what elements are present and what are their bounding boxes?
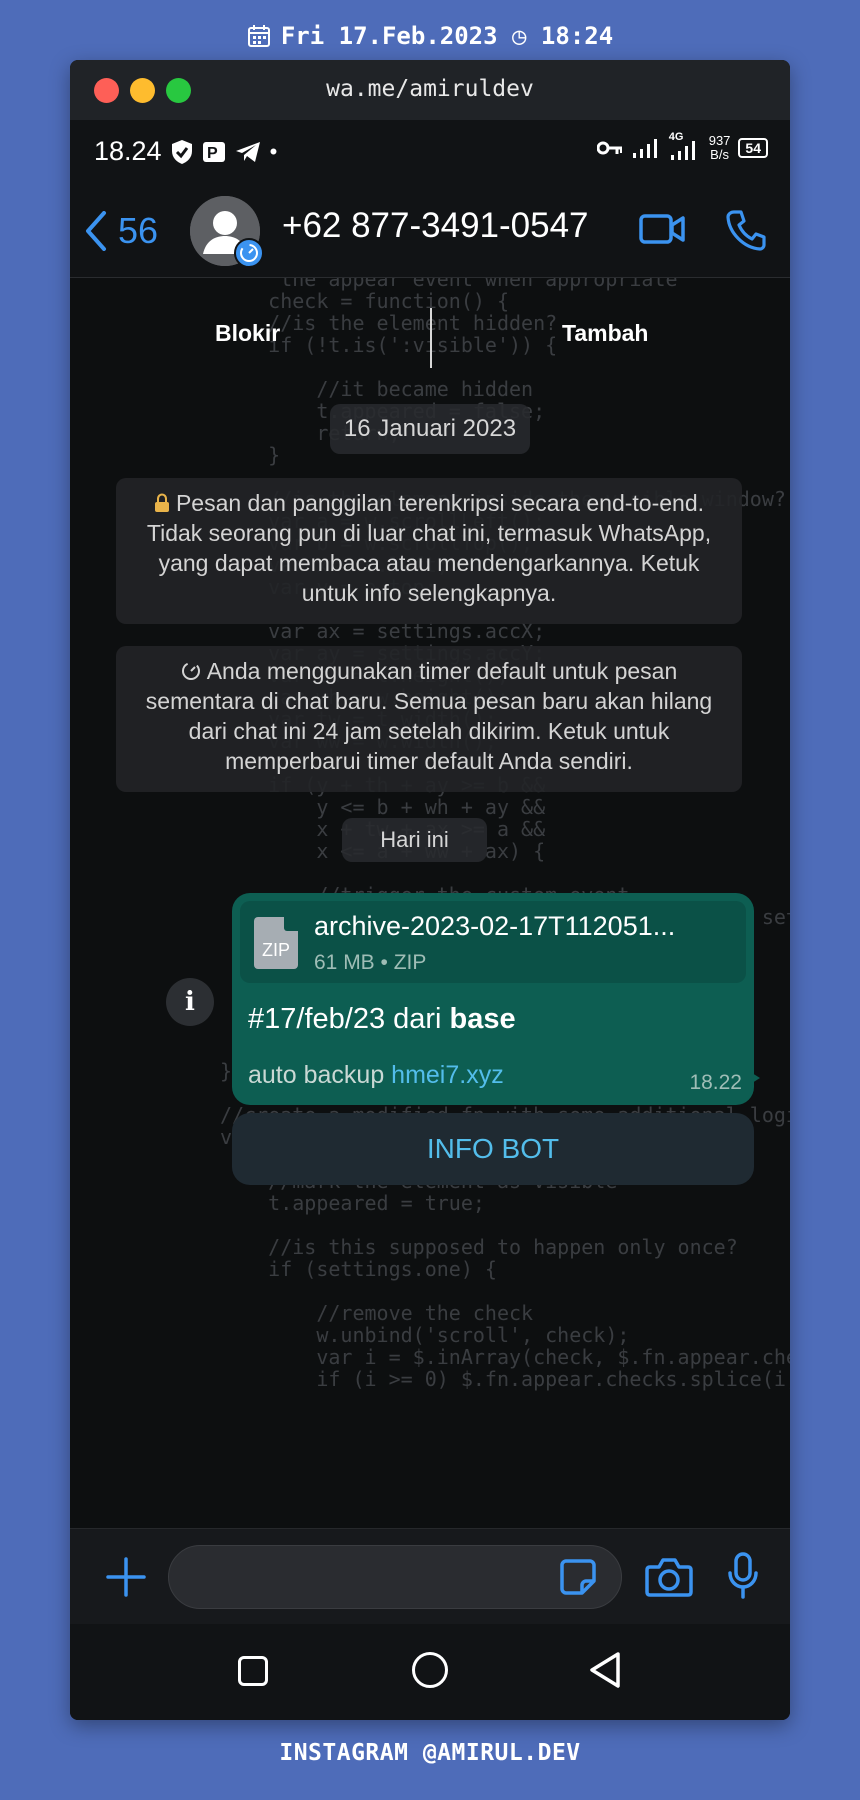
nav-back-icon[interactable]: [588, 1650, 622, 1690]
bubble-tail: [744, 1068, 760, 1088]
message-time: 18.22: [689, 1071, 742, 1094]
phone-call-icon[interactable]: [724, 208, 768, 252]
bottom-caption: INSTAGRAM @AMIRUL.DEV: [279, 1740, 581, 1766]
sticker-icon[interactable]: [558, 1557, 598, 1597]
signal-icon: [632, 139, 657, 158]
notification-dot-icon: •: [269, 138, 278, 164]
file-attachment[interactable]: ZIP archive-2023-02-17T112051... 61 MB •…: [240, 901, 746, 983]
message-link[interactable]: hmei7.xyz: [391, 1061, 504, 1089]
block-button[interactable]: Blokir: [215, 320, 280, 347]
unknown-contact-actions: Blokir Tambah: [70, 308, 790, 368]
telegram-icon: [235, 141, 260, 162]
top-caption-text: Fri 17.Feb.2023 ◷ 18:24: [280, 22, 614, 50]
unread-count: 56: [118, 210, 159, 251]
signal-icon-secondary: [670, 141, 695, 160]
message-body-prefix: auto backup: [248, 1061, 392, 1089]
chat-area[interactable]: the appear event when appropriate check …: [70, 278, 790, 1528]
lock-icon: [154, 493, 169, 512]
add-contact-button[interactable]: Tambah: [562, 320, 648, 347]
netspeed-value: 937: [708, 133, 731, 148]
timer-icon: [240, 244, 258, 262]
network-speed: 937 B/s: [709, 134, 731, 162]
encryption-notice-text: Pesan dan panggilan terenkripsi secara e…: [146, 490, 712, 606]
browser-window: wa.me/amiruldev 18.24 P • 4G 937 B/s 54 …: [70, 60, 790, 1720]
message-info-button[interactable]: i: [166, 978, 214, 1026]
home-button[interactable]: [412, 1652, 448, 1688]
status-time: 18.24: [94, 136, 162, 166]
message-body: auto backup hmei7.xyz: [248, 1061, 504, 1090]
battery-indicator: 54: [738, 138, 768, 158]
message-title-prefix: #17/feb/23 dari: [248, 1003, 450, 1035]
timer-icon: [181, 662, 200, 680]
zip-file-icon-label: ZIP: [261, 940, 290, 960]
chat-header: 56 +62 877-3491-0547: [70, 184, 790, 278]
encryption-notice[interactable]: Pesan dan panggilan terenkripsi secara e…: [116, 478, 742, 624]
message-input[interactable]: [168, 1545, 622, 1609]
avatar[interactable]: [190, 196, 264, 268]
chevron-left-icon: [86, 211, 106, 251]
message-title: #17/feb/23 dari base: [248, 1003, 516, 1036]
netspeed-unit: B/s: [710, 147, 729, 162]
message-input-bar: [70, 1528, 790, 1624]
system-nav-bar: [70, 1624, 790, 1720]
calendar-icon: [247, 25, 270, 47]
back-button[interactable]: 56: [84, 210, 158, 252]
shield-icon: [171, 139, 192, 164]
outgoing-message-bubble[interactable]: ZIP archive-2023-02-17T112051... 61 MB •…: [232, 893, 754, 1105]
status-bar: 18.24 P • 4G 937 B/s 54: [70, 120, 790, 184]
disappearing-timer-badge: [234, 238, 264, 268]
recent-apps-button[interactable]: [238, 1656, 268, 1686]
timer-notice[interactable]: Anda menggunakan timer default untuk pes…: [116, 646, 742, 792]
key-icon: [596, 141, 622, 155]
message-title-bold: base: [449, 1003, 516, 1035]
parking-app-icon: P: [202, 141, 225, 162]
today-separator: Hari ini: [342, 818, 487, 862]
contact-name[interactable]: +62 877-3491-0547: [282, 206, 589, 246]
attachment-meta: 61 MB • ZIP: [314, 951, 427, 974]
zip-file-icon: ZIP: [254, 917, 298, 969]
svg-text:P: P: [207, 145, 218, 162]
attachment-name: archive-2023-02-17T112051...: [314, 911, 676, 941]
action-divider: [430, 308, 432, 368]
plus-icon[interactable]: [104, 1549, 148, 1605]
video-call-icon[interactable]: [638, 208, 686, 248]
timer-notice-text: Anda menggunakan timer default untuk pes…: [145, 658, 713, 774]
date-separator: 16 Januari 2023: [330, 404, 530, 454]
title-bar: wa.me/amiruldev: [70, 60, 790, 120]
window-url: wa.me/amiruldev: [326, 76, 534, 102]
top-caption: Fri 17.Feb.2023 ◷ 18:24: [0, 22, 860, 50]
info-bot-button[interactable]: INFO BOT: [232, 1113, 754, 1185]
mic-icon[interactable]: [726, 1551, 760, 1601]
camera-icon[interactable]: [644, 1555, 694, 1599]
